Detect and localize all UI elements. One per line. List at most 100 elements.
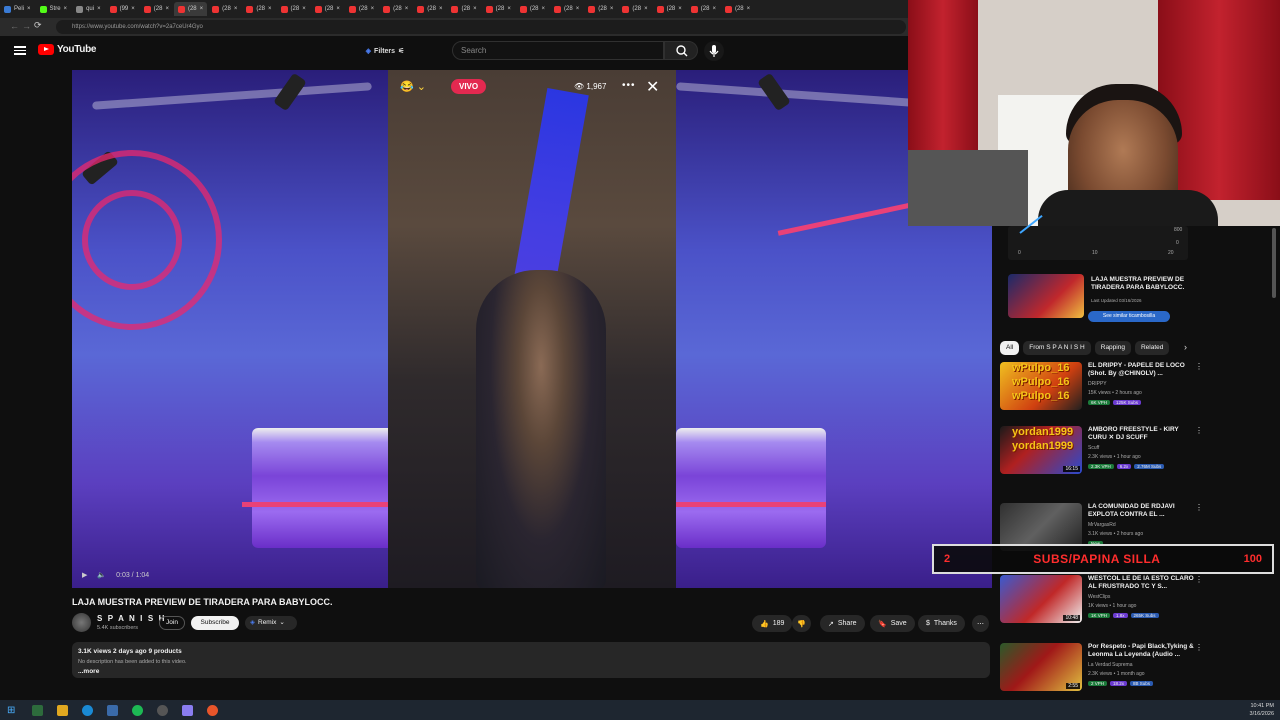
back-icon[interactable]: ← [10,21,19,31]
hamburger-menu-icon[interactable] [14,44,26,56]
edge-browser-icon[interactable] [82,704,93,716]
emoji-icon[interactable]: 😂 ⌄ [400,80,426,93]
video-player[interactable] [72,70,992,588]
tab-close-icon[interactable]: × [131,6,135,12]
browser-tab[interactable]: (28 × [447,2,480,16]
tab-close-icon[interactable]: × [165,6,169,12]
more-vertical-icon[interactable]: ⋮ [1195,426,1203,435]
browser-tab[interactable]: Peli × [0,2,35,16]
recommendation-thumbnail[interactable]: yordan1999 yordan1999 16:15 [1000,426,1082,474]
tab-close-icon[interactable]: × [234,6,238,12]
browser-tab[interactable]: (28 × [687,2,720,16]
tab-close-icon[interactable]: × [405,6,409,12]
reload-icon[interactable]: ⟳ [34,20,42,31]
description-box[interactable]: 3.1K views 2 days ago 9 products No desc… [72,642,990,678]
browser-tab[interactable]: (99 × [106,2,139,16]
channel-name[interactable]: S P A N I S H [97,614,166,623]
more-vertical-icon[interactable]: ⋮ [1195,575,1203,584]
youtube-logo[interactable]: YouTube [38,44,97,55]
windows-start-icon[interactable]: ⊞ [7,705,18,716]
save-button[interactable]: 🔖 Save [870,615,915,632]
tab-close-icon[interactable]: × [576,6,580,12]
playlist-title[interactable]: LAJA MUESTRA PREVIEW DE TIRADERA PARA BA… [1091,276,1191,292]
share-button[interactable]: ↗ Share [820,615,865,632]
browser-tab[interactable]: (28 × [311,2,344,16]
browser-tab[interactable]: (28 × [413,2,446,16]
browser-tab[interactable]: (28 × [721,2,754,16]
obs-icon[interactable] [157,704,168,716]
terminal-app-icon[interactable] [32,704,43,716]
chip-from-channel[interactable]: From S P A N I S H [1023,340,1091,355]
see-similar-button[interactable]: See similar ticambosilla [1088,311,1170,322]
recommendation-thumbnail[interactable]: 10:48 [1000,575,1082,623]
tab-close-icon[interactable]: × [200,6,204,12]
recommendation-thumbnail[interactable]: 2:55 [1000,643,1082,691]
browser-tab[interactable]: (28 × [208,2,241,16]
more-vertical-icon[interactable]: ⋮ [1195,503,1203,512]
browser-tab[interactable]: (28 × [482,2,515,16]
filters-button[interactable]: ◈ Filters ⚟ [360,43,410,59]
tab-close-icon[interactable]: × [439,6,443,12]
chevron-right-icon[interactable]: › [1184,342,1187,352]
thanks-button[interactable]: $ Thanks [918,615,965,632]
chip-rapping[interactable]: Rapping [1094,340,1131,355]
browser-tab[interactable]: (28 × [379,2,412,16]
browser-tab[interactable]: (28 × [242,2,275,16]
browser-tab[interactable]: (28 × [653,2,686,16]
channel-avatar[interactable] [72,613,91,632]
recommendation-item[interactable]: wPulpo_16 wPulpo_16 wPulpo_16 EL DRIPPY - P… [1000,362,1210,430]
remix-button[interactable]: ◈ Remix ⌄ [245,616,297,630]
tab-close-icon[interactable]: × [712,6,716,12]
browser-tab[interactable]: qui × [72,2,105,16]
tab-close-icon[interactable]: × [371,6,375,12]
play-icon[interactable]: ▶ [82,571,87,579]
recommendation-item[interactable]: 10:48 WESTCOL LE DE IA ESTO CLARO AL FRUS… [1000,575,1210,643]
recommendation-item[interactable]: yordan1999 yordan1999 16:15 AMBORO FREESTYL… [1000,426,1210,494]
browser-tab[interactable]: (28 × [584,2,617,16]
app-icon[interactable] [182,704,193,716]
tab-close-icon[interactable]: × [747,6,751,12]
browser-tab[interactable]: (28 × [618,2,651,16]
browser-tab[interactable]: (28 × [345,2,378,16]
voice-search-button[interactable] [704,41,724,61]
browser-tab[interactable]: (28 × [140,2,173,16]
tab-close-icon[interactable]: × [542,6,546,12]
spotify-icon[interactable] [132,704,143,716]
recommendation-thumbnail[interactable]: wPulpo_16 wPulpo_16 wPulpo_16 [1000,362,1082,410]
dislike-button[interactable]: 👎 [792,615,811,632]
close-icon[interactable]: ✕ [646,77,659,97]
tab-close-icon[interactable]: × [27,6,31,12]
join-button[interactable]: Join [159,616,185,630]
playlist-thumbnail[interactable] [1008,274,1084,318]
like-button[interactable]: 👍 189 [752,615,793,632]
search-button[interactable] [664,41,698,60]
chip-related[interactable]: Related [1134,340,1170,355]
chip-all[interactable]: All [1000,340,1020,355]
browser-tab[interactable]: (28 × [550,2,583,16]
file-explorer-icon[interactable] [57,704,68,716]
chrome-icon[interactable] [207,704,218,716]
tab-close-icon[interactable]: × [336,6,340,12]
more-options-icon[interactable]: ••• [622,80,636,91]
browser-tab[interactable]: (28 × [516,2,549,16]
url-field[interactable]: https://www.youtube.com/watch?v=2a7ceUr4… [56,20,906,34]
browser-tab[interactable]: (28 × [173,2,208,16]
tab-close-icon[interactable]: × [268,6,272,12]
tab-close-icon[interactable]: × [610,6,614,12]
browser-tab[interactable]: (28 × [277,2,310,16]
tab-close-icon[interactable]: × [644,6,648,12]
volume-icon[interactable]: 🔈 [97,571,106,579]
forward-icon[interactable]: → [22,21,31,31]
more-actions-button[interactable]: ⋯ [972,615,989,632]
tab-close-icon[interactable]: × [97,6,101,12]
tab-close-icon[interactable]: × [473,6,477,12]
tab-close-icon[interactable]: × [302,6,306,12]
store-app-icon[interactable] [107,704,118,716]
search-input[interactable]: Search [452,41,664,60]
more-vertical-icon[interactable]: ⋮ [1195,362,1203,371]
show-more-link[interactable]: ...more [78,667,984,677]
tab-close-icon[interactable]: × [678,6,682,12]
sidebar-scrollbar[interactable] [1272,228,1276,298]
tab-close-icon[interactable]: × [64,6,68,12]
tab-close-icon[interactable]: × [507,6,511,12]
